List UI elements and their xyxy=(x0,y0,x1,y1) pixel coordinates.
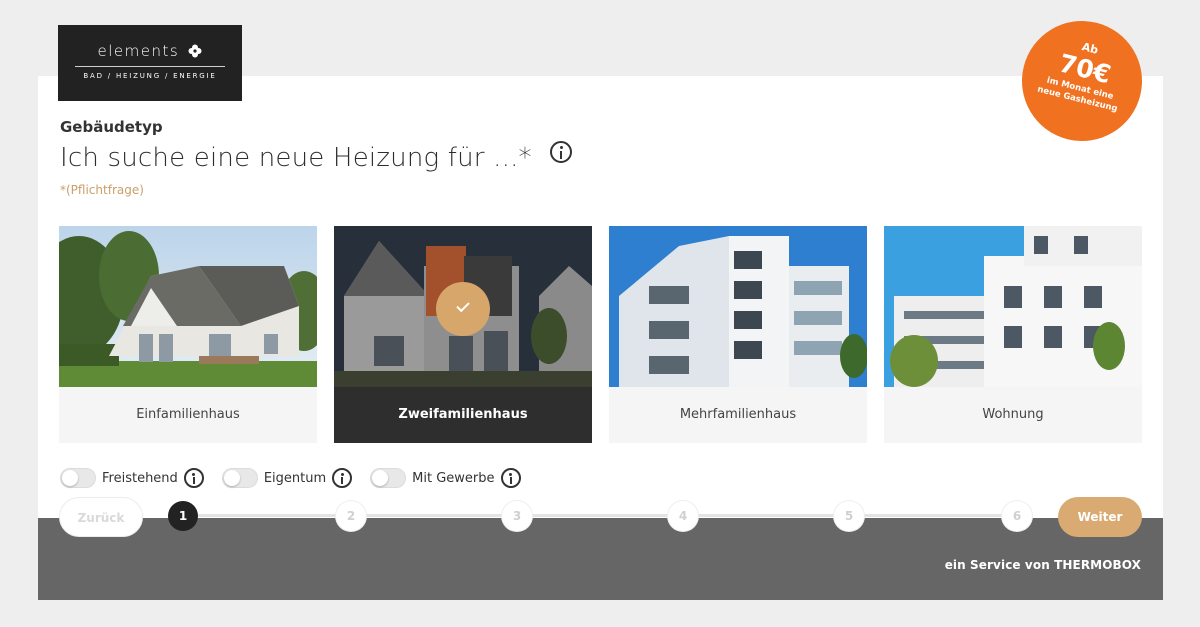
freistehend-switch[interactable] xyxy=(60,468,96,488)
option-mehrfamilienhaus[interactable]: Mehrfamilienhaus xyxy=(609,226,867,443)
page-title: Ich suche eine neue Heizung für ...* xyxy=(60,141,573,173)
toggle-label: Eigentum xyxy=(263,470,327,486)
clover-icon xyxy=(188,44,202,58)
info-icon[interactable] xyxy=(550,141,573,163)
step-2[interactable]: 2 xyxy=(336,501,366,531)
option-einfamilienhaus[interactable]: Einfamilienhaus xyxy=(59,226,317,443)
info-icon[interactable] xyxy=(183,468,204,488)
wohnung-image xyxy=(884,226,1142,387)
toggle-label: Freistehend xyxy=(102,470,178,486)
option-label: Mehrfamilienhaus xyxy=(679,407,797,422)
mit-gewerbe-switch[interactable] xyxy=(370,468,407,488)
eigentum-switch[interactable] xyxy=(221,468,258,488)
info-icon[interactable] xyxy=(500,468,521,488)
toggle-freistehend: Freistehend xyxy=(60,468,204,488)
info-icon[interactable] xyxy=(332,468,353,488)
progress-track xyxy=(183,514,1017,517)
step-3[interactable]: 3 xyxy=(502,501,532,531)
step-1[interactable]: 1 xyxy=(168,501,198,531)
toggle-label: Mit Gewerbe xyxy=(412,470,495,486)
step-5[interactable]: 5 xyxy=(834,501,864,531)
service-text: ein Service von THERMOBOX xyxy=(944,558,1141,572)
option-label: Wohnung xyxy=(982,407,1044,422)
option-wohnung[interactable]: Wohnung xyxy=(884,226,1142,443)
question-label: Gebäudetyp xyxy=(60,118,163,136)
required-note: *(Pflichtfrage) xyxy=(60,183,144,197)
option-zweifamilienhaus[interactable]: Zweifamilienhaus xyxy=(334,226,592,443)
next-button[interactable]: Weiter xyxy=(1058,497,1142,537)
mehrfamilienhaus-image xyxy=(609,226,867,387)
toggle-group: Freistehend Eigentum Mit Gewerbe xyxy=(60,468,539,488)
step-6[interactable]: 6 xyxy=(1002,501,1032,531)
toggle-eigentum: Eigentum xyxy=(221,468,353,488)
brand-name: elements xyxy=(97,42,180,60)
brand-logo: elements BAD / HEIZUNG / ENERGIE xyxy=(58,25,242,101)
option-label: Einfamilienhaus xyxy=(136,407,240,422)
step-4[interactable]: 4 xyxy=(668,501,698,531)
einfamilienhaus-image xyxy=(59,226,317,387)
toggle-mit-gewerbe: Mit Gewerbe xyxy=(370,468,521,488)
logo-divider xyxy=(75,66,225,67)
option-label: Zweifamilienhaus xyxy=(398,407,528,422)
check-icon xyxy=(436,282,490,336)
brand-tagline: BAD / HEIZUNG / ENERGIE xyxy=(83,72,217,80)
question-title: Ich suche eine neue Heizung für ...* xyxy=(60,143,532,173)
back-button[interactable]: Zurück xyxy=(59,497,143,537)
